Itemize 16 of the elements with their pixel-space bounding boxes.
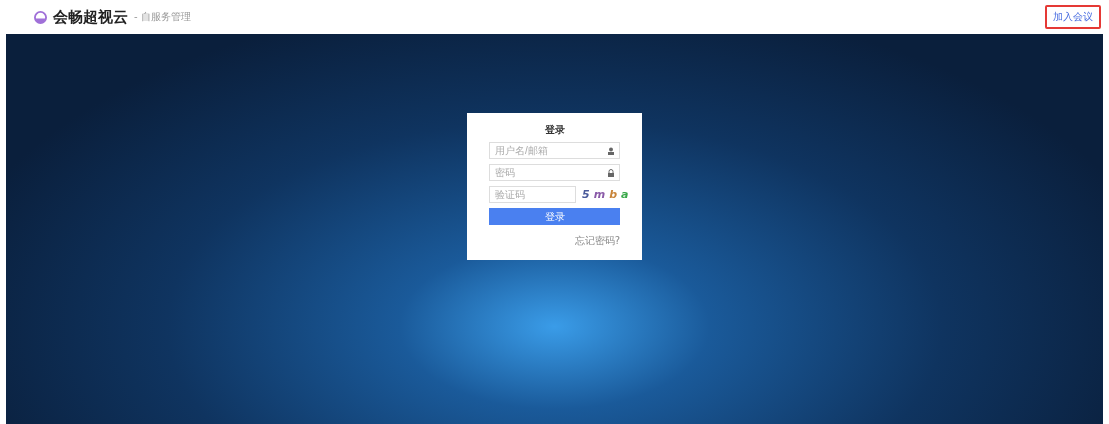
captcha-character: 5	[582, 188, 590, 201]
login-button[interactable]: 登录	[489, 208, 620, 225]
brand-name: 会畅超视云	[53, 7, 128, 27]
brand-subtitle: - 自服务管理	[134, 10, 191, 24]
login-title: 登录	[543, 123, 566, 137]
password-field[interactable]: 密码	[489, 164, 620, 181]
username-field[interactable]: 用户名/邮箱	[489, 142, 620, 159]
forgot-password-link[interactable]: 忘记密码?	[574, 234, 620, 248]
captcha-character: m	[593, 188, 606, 201]
join-meeting-link[interactable]: 加入会议	[1045, 5, 1101, 29]
lock-icon	[607, 168, 615, 177]
logo-icon	[34, 10, 47, 24]
captcha-character: b	[609, 188, 617, 201]
captcha-character: a	[621, 188, 629, 201]
user-icon	[607, 146, 615, 155]
captcha-field[interactable]: 验证码	[489, 186, 576, 203]
